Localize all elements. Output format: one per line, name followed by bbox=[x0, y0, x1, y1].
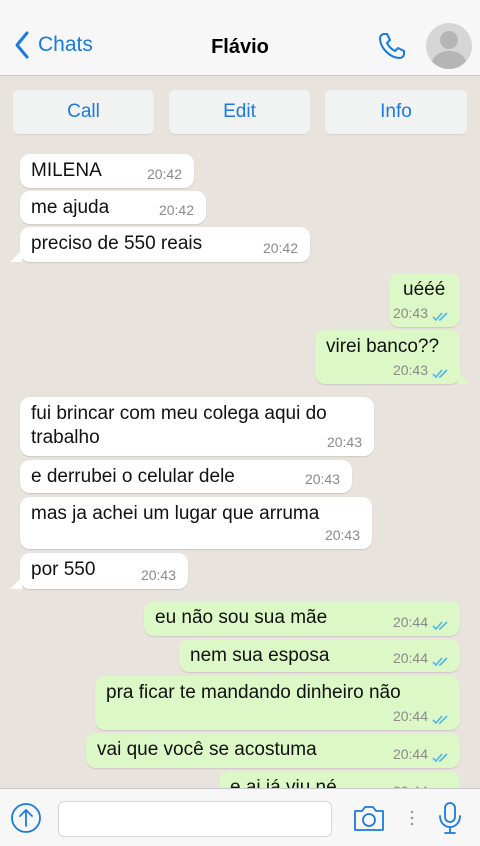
message-text: uééé bbox=[403, 279, 446, 300]
message-bubble-incoming[interactable]: me ajuda 20:42 bbox=[20, 191, 206, 224]
microphone-button[interactable] bbox=[436, 801, 464, 835]
double-check-icon bbox=[432, 715, 448, 725]
message-text: MILENA bbox=[31, 160, 102, 181]
message-text: por 550 bbox=[31, 559, 96, 580]
microphone-icon bbox=[439, 802, 461, 834]
message-time: 20:43 bbox=[392, 362, 428, 378]
message-time: 20:42 bbox=[158, 202, 194, 218]
message-bubble-incoming[interactable]: mas ja achei um lugar que arruma 20:43 bbox=[20, 497, 372, 549]
message-text: e ai já viu né bbox=[230, 777, 337, 788]
upload-circle-icon bbox=[11, 803, 41, 833]
camera-icon bbox=[354, 806, 384, 831]
bubble-tail bbox=[10, 250, 22, 262]
message-bubble-outgoing[interactable]: pra ficar te mandando dinheiro não 20:44 bbox=[95, 676, 460, 730]
message-input[interactable] bbox=[58, 801, 332, 837]
message-text: e derrubei o celular dele bbox=[31, 466, 235, 487]
message-time: 20:43 bbox=[326, 434, 362, 450]
camera-button[interactable] bbox=[352, 803, 386, 833]
edit-action-button[interactable]: Edit bbox=[169, 90, 310, 134]
bubble-tail bbox=[458, 372, 470, 384]
message-text: fui brincar com meu colega aqui do traba… bbox=[31, 403, 327, 448]
message-time: 20:42 bbox=[262, 240, 298, 256]
message-bubble-incoming[interactable]: fui brincar com meu colega aqui do traba… bbox=[20, 397, 374, 456]
double-check-icon bbox=[432, 753, 448, 763]
double-check-icon bbox=[432, 312, 448, 322]
double-check-icon bbox=[432, 369, 448, 379]
double-check-icon bbox=[432, 657, 448, 667]
avatar[interactable] bbox=[426, 23, 472, 69]
message-time: 20:44 bbox=[392, 650, 428, 666]
message-bubble-outgoing[interactable]: e ai já viu né 20:44 bbox=[219, 771, 460, 788]
message-text: eu não sou sua mãe bbox=[155, 607, 328, 628]
message-time: 20:43 bbox=[140, 567, 176, 583]
message-bubble-incoming[interactable]: preciso de 550 reais 20:42 bbox=[20, 227, 310, 262]
message-text: mas ja achei um lugar que arruma bbox=[31, 503, 320, 524]
message-time: 20:43 bbox=[392, 305, 428, 321]
phone-icon bbox=[379, 33, 405, 59]
double-check-icon bbox=[432, 621, 448, 631]
avatar-placeholder bbox=[431, 31, 467, 69]
input-bar bbox=[0, 788, 480, 846]
message-time: 20:43 bbox=[304, 471, 340, 487]
message-time: 20:44 bbox=[392, 614, 428, 630]
info-action-button[interactable]: Info bbox=[325, 90, 467, 134]
contact-name: Flávio bbox=[211, 36, 269, 58]
contact-actions: Call Edit Info bbox=[0, 90, 480, 135]
message-bubble-incoming[interactable]: e derrubei o celular dele 20:43 bbox=[20, 460, 352, 493]
call-button[interactable] bbox=[376, 30, 408, 62]
message-text: pra ficar te mandando dinheiro não bbox=[106, 682, 401, 703]
message-bubble-incoming[interactable]: por 550 20:43 bbox=[20, 553, 188, 589]
message-bubble-outgoing[interactable]: uééé 20:43 bbox=[389, 273, 460, 327]
message-time: 20:43 bbox=[324, 527, 360, 543]
message-text: preciso de 550 reais bbox=[31, 233, 203, 254]
navigation-bar: Chats Flávio bbox=[0, 0, 480, 76]
message-bubble-incoming[interactable]: MILENA 20:42 bbox=[20, 154, 194, 188]
message-bubble-outgoing[interactable]: eu não sou sua mãe 20:44 bbox=[144, 601, 460, 636]
call-action-button[interactable]: Call bbox=[13, 90, 154, 134]
message-text: me ajuda bbox=[31, 197, 110, 218]
message-bubble-outgoing[interactable]: nem sua esposa 20:44 bbox=[179, 639, 460, 672]
message-time: 20:44 bbox=[392, 746, 428, 762]
chat-area[interactable]: Call Edit Info MILENA 20:42 me ajuda 20:… bbox=[0, 77, 480, 788]
message-text: nem sua esposa bbox=[190, 645, 330, 666]
message-time: 20:44 bbox=[393, 779, 428, 788]
attach-button[interactable] bbox=[10, 802, 42, 834]
message-text: virei banco?? bbox=[326, 336, 440, 357]
message-bubble-outgoing[interactable]: vai que você se acostuma 20:44 bbox=[86, 733, 460, 768]
message-bubble-outgoing[interactable]: virei banco?? 20:43 bbox=[315, 330, 460, 384]
message-time: 20:44 bbox=[392, 708, 428, 724]
separator-dots bbox=[410, 810, 414, 826]
message-text: vai que você se acostuma bbox=[97, 739, 317, 760]
message-time: 20:42 bbox=[146, 166, 182, 182]
